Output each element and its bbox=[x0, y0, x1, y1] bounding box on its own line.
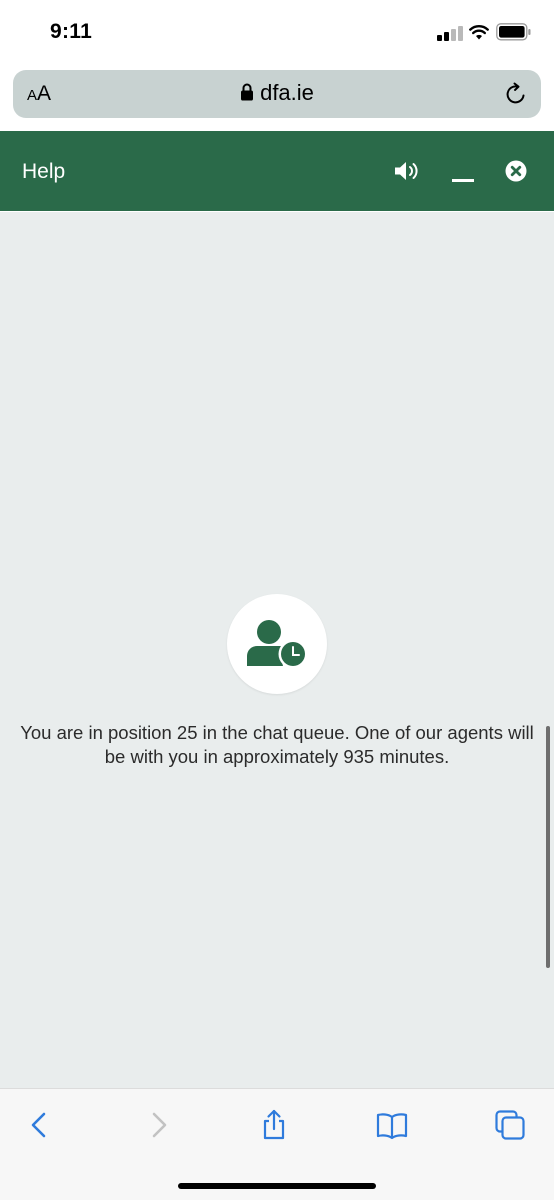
forward-icon[interactable] bbox=[142, 1109, 174, 1141]
chat-title: Help bbox=[22, 160, 66, 183]
wifi-icon bbox=[469, 25, 489, 40]
status-bar: 9:11 bbox=[0, 0, 554, 64]
reload-icon[interactable] bbox=[503, 81, 529, 107]
cellular-signal-icon bbox=[437, 25, 463, 41]
close-icon[interactable] bbox=[505, 160, 527, 182]
scrollbar[interactable] bbox=[546, 726, 550, 968]
address-bar[interactable]: AA dfa.ie bbox=[13, 70, 541, 118]
url-text: dfa.ie bbox=[260, 80, 314, 105]
queue-message: You are in position 25 in the chat queue… bbox=[20, 722, 534, 767]
url-display[interactable]: dfa.ie bbox=[13, 80, 541, 106]
lock-icon bbox=[241, 83, 254, 101]
screen: 9:11 AA dfa.ie Help You are in position … bbox=[0, 0, 554, 1200]
battery-icon bbox=[496, 23, 531, 41]
user-clock-icon bbox=[247, 620, 308, 669]
chat-body: You are in position 25 in the chat queue… bbox=[0, 212, 554, 1088]
chat-header: Help bbox=[0, 131, 554, 211]
home-indicator[interactable] bbox=[178, 1183, 376, 1189]
volume-icon[interactable] bbox=[394, 160, 422, 182]
bookmarks-icon[interactable] bbox=[376, 1109, 408, 1141]
minimize-icon[interactable] bbox=[452, 169, 474, 183]
tabs-icon[interactable] bbox=[494, 1109, 526, 1141]
back-icon[interactable] bbox=[24, 1109, 56, 1141]
share-icon[interactable] bbox=[258, 1109, 290, 1141]
status-time: 9:11 bbox=[50, 20, 93, 43]
queue-avatar bbox=[227, 594, 327, 694]
